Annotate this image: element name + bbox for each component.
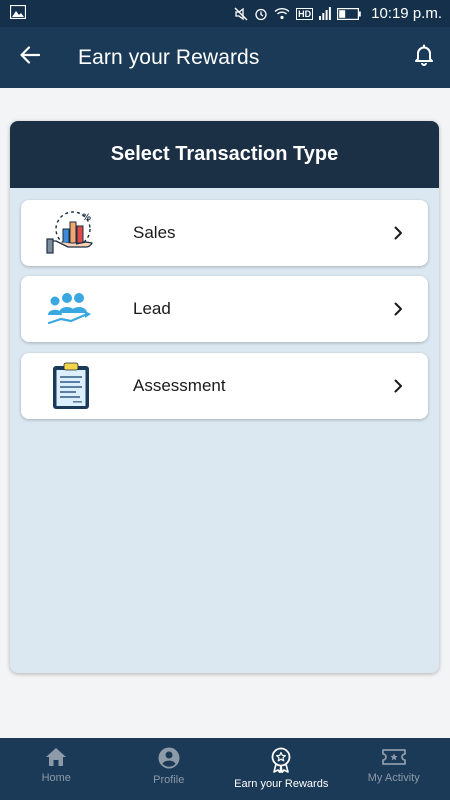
bottom-nav: Home Profile Earn your Rewards My Activi… bbox=[0, 738, 450, 800]
home-icon bbox=[45, 747, 67, 767]
option-label: Lead bbox=[133, 299, 171, 318]
lead-people-icon bbox=[21, 276, 121, 342]
content-area: Select Transaction Type % Sales Lead Ass… bbox=[0, 88, 450, 738]
nav-profile[interactable]: Profile bbox=[113, 738, 226, 800]
activity-ticket-icon bbox=[381, 747, 407, 767]
nav-home[interactable]: Home bbox=[0, 738, 113, 800]
nav-label: Earn your Rewards bbox=[234, 778, 329, 790]
gallery-notification-icon bbox=[9, 4, 27, 22]
option-label: Sales bbox=[133, 223, 176, 242]
option-lead[interactable]: Lead bbox=[21, 276, 428, 342]
arrow-left-icon bbox=[20, 46, 41, 69]
svg-text:%: % bbox=[82, 213, 91, 223]
status-bar: HD 10:19 p.m. bbox=[0, 0, 450, 27]
chevron-right-icon bbox=[368, 200, 428, 266]
nav-label: Profile bbox=[153, 774, 185, 786]
notifications-button[interactable] bbox=[398, 27, 450, 88]
bell-icon bbox=[414, 44, 434, 71]
reward-badge-icon bbox=[270, 747, 292, 773]
status-time: 10:19 p.m. bbox=[371, 5, 442, 22]
page-title: Earn your Rewards bbox=[78, 45, 260, 69]
mute-icon bbox=[234, 7, 248, 21]
profile-icon bbox=[158, 747, 180, 769]
chevron-right-icon bbox=[368, 353, 428, 419]
option-label: Assessment bbox=[133, 376, 226, 395]
nav-label: Home bbox=[41, 772, 71, 784]
option-assessment[interactable]: Assessment bbox=[21, 353, 428, 419]
wifi-icon bbox=[274, 7, 290, 20]
transaction-type-card: Select Transaction Type % Sales Lead Ass… bbox=[10, 121, 439, 673]
nav-my-activity[interactable]: My Activity bbox=[338, 738, 450, 800]
hd-label: HD bbox=[296, 7, 314, 20]
nav-label: My Activity bbox=[367, 772, 420, 784]
chevron-right-icon bbox=[368, 276, 428, 342]
nav-earn-rewards[interactable]: Earn your Rewards bbox=[225, 738, 338, 800]
alarm-icon bbox=[254, 7, 268, 21]
signal-icon bbox=[319, 7, 332, 20]
back-button[interactable] bbox=[0, 27, 60, 88]
clipboard-icon bbox=[21, 353, 121, 419]
sales-growth-icon: % bbox=[21, 200, 121, 266]
battery-icon bbox=[337, 7, 361, 20]
option-sales[interactable]: % Sales bbox=[21, 200, 428, 266]
card-title: Select Transaction Type bbox=[10, 121, 439, 188]
app-bar: Earn your Rewards bbox=[0, 27, 450, 88]
